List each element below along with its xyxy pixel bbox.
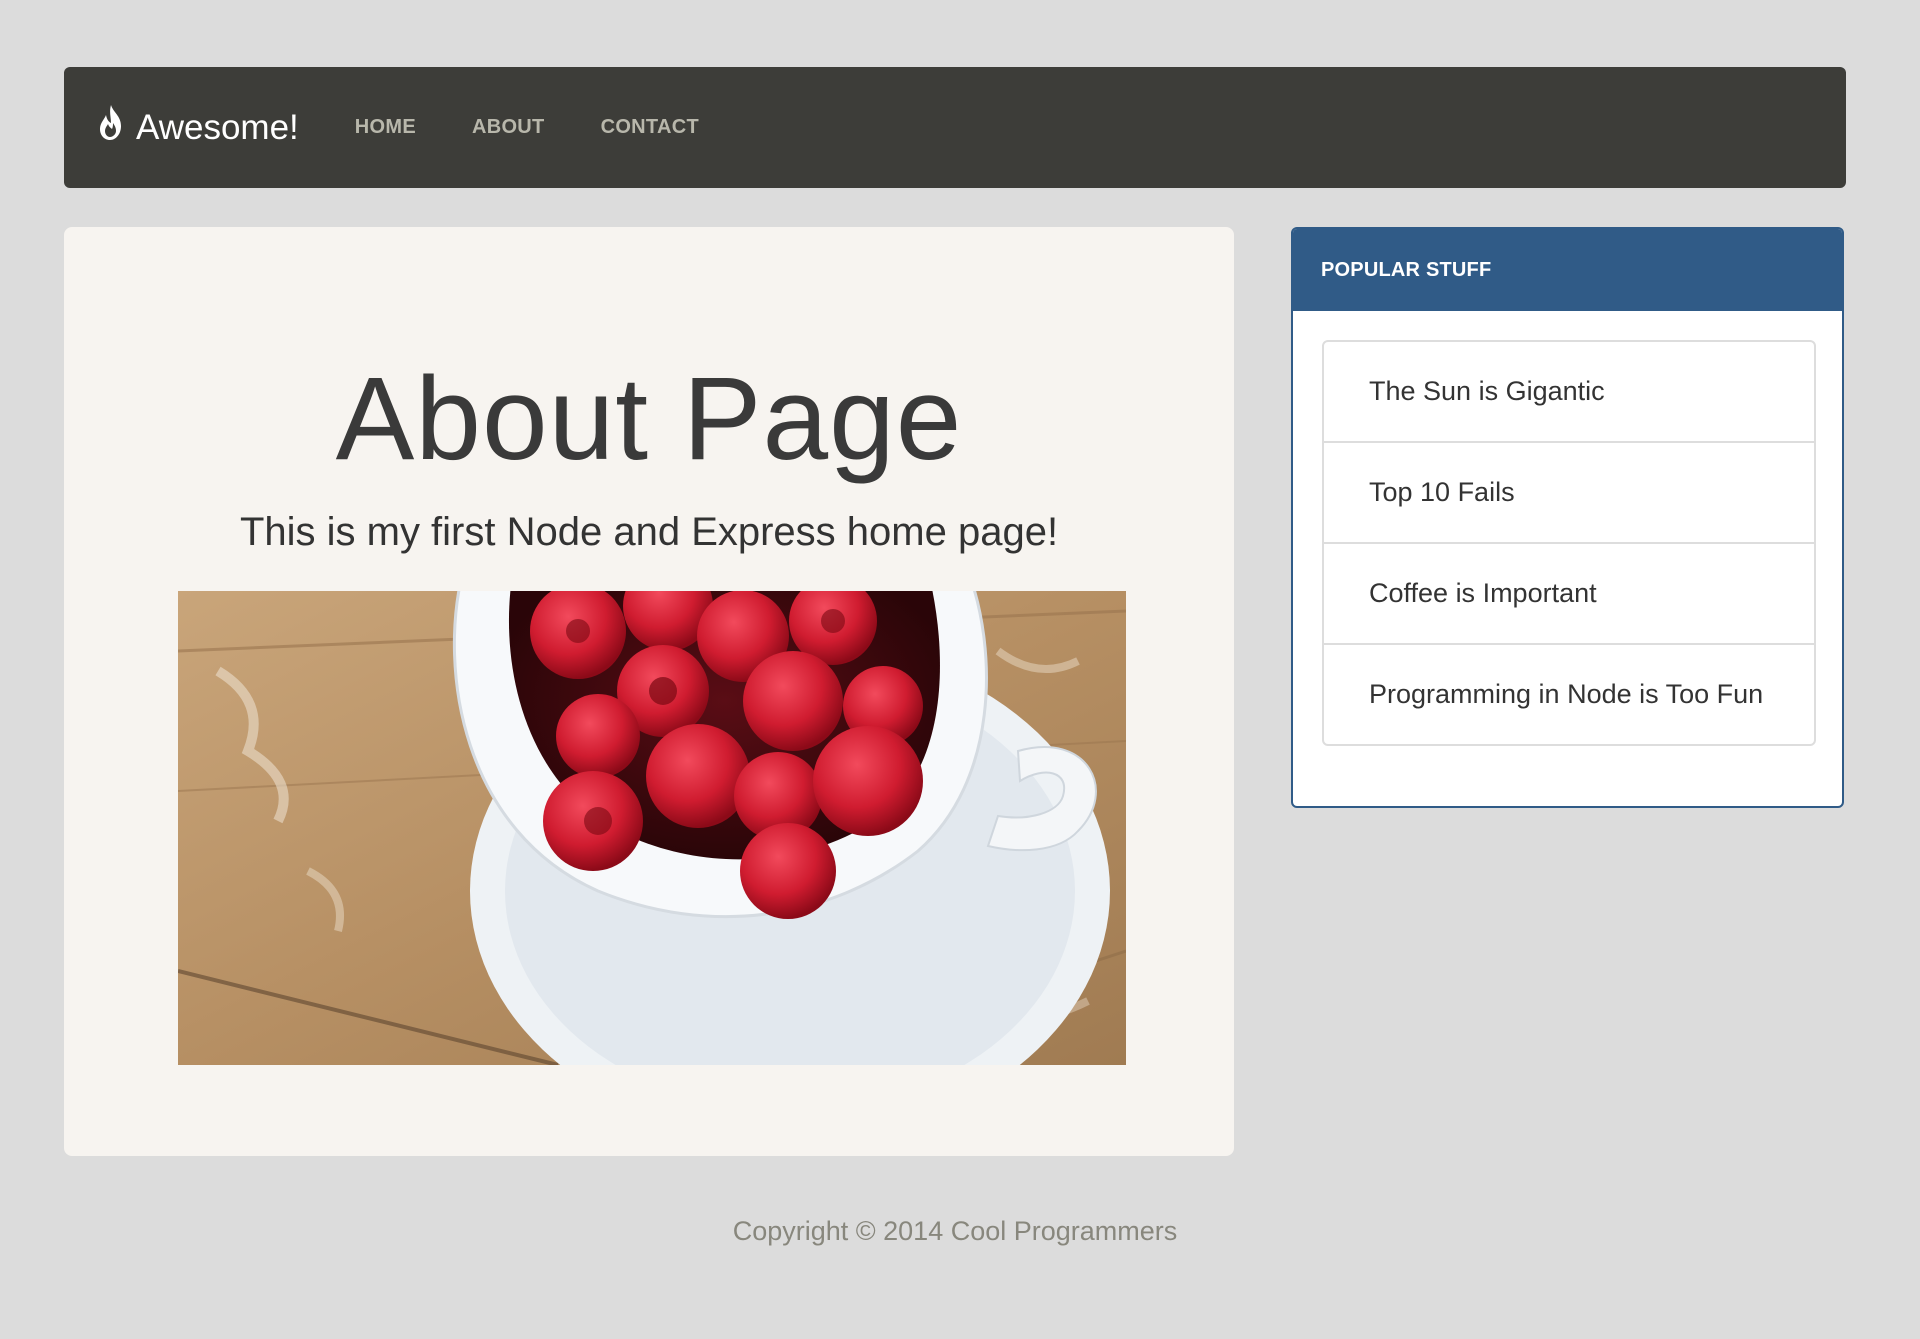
popular-list: The Sun is Gigantic Top 10 Fails Coffee … <box>1322 340 1816 746</box>
popular-item-sun[interactable]: The Sun is Gigantic <box>1324 342 1814 443</box>
brand-name: Awesome! <box>136 107 299 147</box>
brand-link[interactable]: Awesome! <box>96 104 299 151</box>
page-title: About Page <box>335 353 963 485</box>
popular-stuff-header: POPULAR STUFF <box>1293 229 1842 311</box>
popular-item-fails[interactable]: Top 10 Fails <box>1324 443 1814 544</box>
nav-home-link[interactable]: HOME <box>355 116 416 139</box>
flame-icon <box>96 104 136 151</box>
page-subtitle: This is my first Node and Express home p… <box>239 510 1059 554</box>
nav-about-link[interactable]: ABOUT <box>472 116 545 139</box>
nav-contact-link[interactable]: CONTACT <box>601 116 699 139</box>
nav-links: HOME ABOUT CONTACT <box>355 116 755 139</box>
popular-stuff-panel: POPULAR STUFF The Sun is Gigantic Top 10… <box>1291 227 1844 808</box>
footer-copyright: Copyright © 2014 Cool Programmers <box>732 1216 1178 1246</box>
raspberries-cup-image <box>178 591 1126 1065</box>
navbar: Awesome! HOME ABOUT CONTACT <box>64 67 1846 188</box>
popular-item-coffee[interactable]: Coffee is Important <box>1324 544 1814 645</box>
popular-item-node[interactable]: Programming in Node is Too Fun <box>1324 645 1814 744</box>
main-content-panel: About Page This is my first Node and Exp… <box>64 227 1234 1156</box>
